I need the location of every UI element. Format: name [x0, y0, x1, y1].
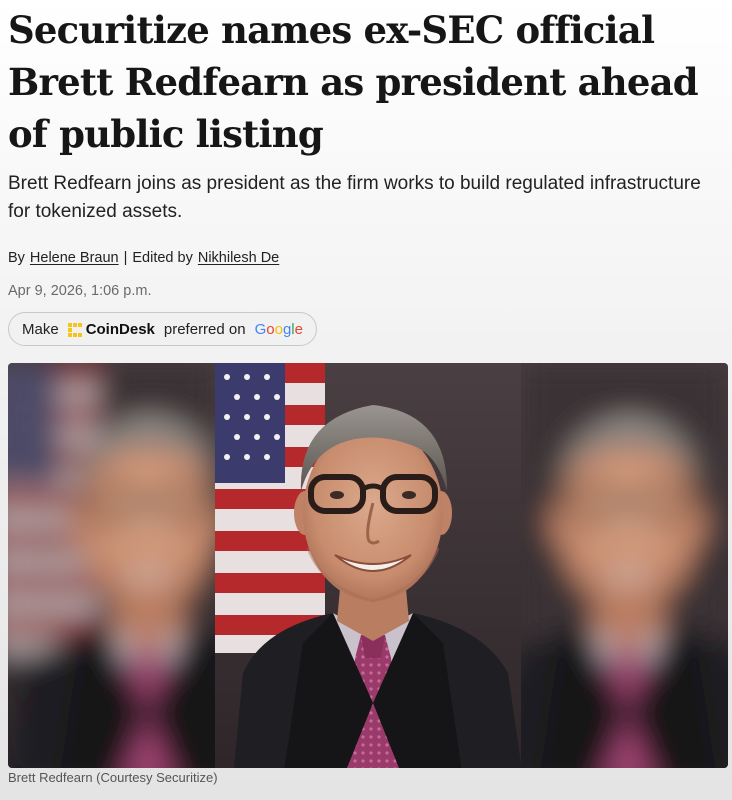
- publish-date: Apr 9, 2026, 1:06 p.m.: [8, 283, 152, 299]
- image-caption: Brett Redfearn (Courtesy Securitize): [8, 770, 218, 785]
- google-letter-g: G: [254, 320, 267, 338]
- edited-by-label: Edited by: [132, 250, 193, 266]
- article-headline: Securitize names ex-SEC official Brett R…: [8, 8, 699, 156]
- byline-prefix: By: [8, 250, 25, 266]
- article-subheadline: Brett Redfearn joins as president as the…: [8, 173, 701, 222]
- portrait-photo: [8, 363, 728, 768]
- coindesk-logo: CoinDesk: [67, 320, 155, 338]
- coindesk-logo-icon: [67, 322, 82, 337]
- google-letter-o2: o: [274, 320, 283, 338]
- make-label: Make: [22, 320, 59, 338]
- byline-separator: |: [123, 250, 128, 266]
- preferred-on-label: preferred on: [163, 320, 246, 338]
- editor-link[interactable]: Nikhilesh De: [198, 250, 279, 266]
- coindesk-brand: CoinDesk: [85, 320, 155, 338]
- google-logo: Google: [255, 321, 303, 338]
- author-link[interactable]: Helene Braun: [30, 250, 119, 266]
- google-letter-o1: o: [266, 320, 275, 338]
- article-hero-image: [8, 363, 728, 768]
- preferred-source-button[interactable]: Make CoinDesk preferred on Google: [8, 312, 317, 346]
- byline: By Helene Braun | Edited by Nikhilesh De: [8, 250, 279, 266]
- google-letter-e: e: [294, 320, 303, 338]
